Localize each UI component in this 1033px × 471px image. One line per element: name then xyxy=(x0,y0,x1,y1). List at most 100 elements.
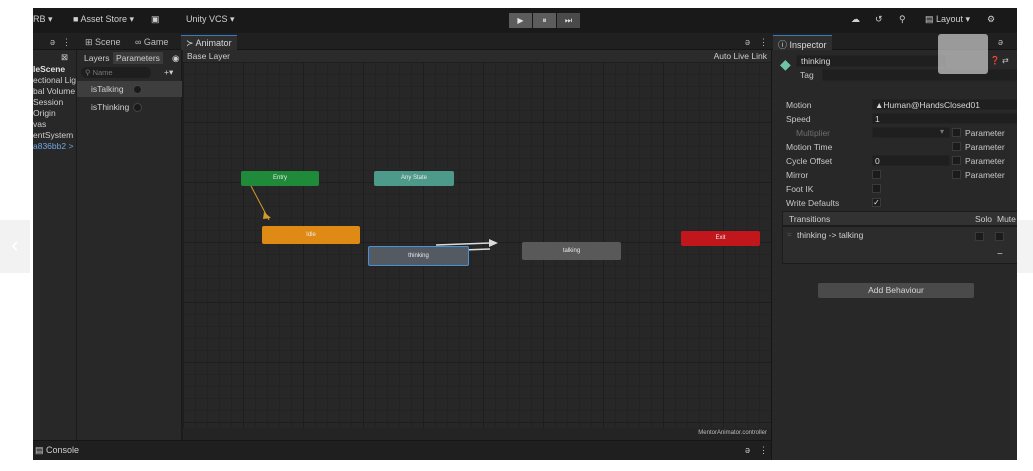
auto-live-link-button[interactable]: Auto Live Link xyxy=(714,51,767,61)
arrow-right-icon xyxy=(489,239,498,247)
hierarchy-options-icon[interactable]: ⊠ xyxy=(61,52,68,63)
transition-label: thinking -> talking xyxy=(797,230,864,240)
hierarchy-panel: ⊠ leScene ectional Ligh bal Volume Sessi… xyxy=(33,50,76,440)
layout-menu[interactable]: ▤ Layout ▾ xyxy=(925,14,970,25)
layers-tab[interactable]: Layers xyxy=(81,52,113,64)
hierarchy-item[interactable]: leScene xyxy=(33,64,65,74)
cycle-offset-value: 0 xyxy=(875,156,880,166)
multiplier-field[interactable] xyxy=(872,127,950,138)
mute-header: Mute xyxy=(997,214,1016,224)
preset-icon[interactable]: ⇄ xyxy=(1002,56,1009,65)
state-icon: ◆ xyxy=(780,56,791,72)
motion-field[interactable]: ▲Human@HandsClosed01 xyxy=(872,99,1017,110)
tab-animator[interactable]: ≻ Animator xyxy=(181,35,237,50)
param-search-input[interactable]: ⚲ Name xyxy=(81,67,151,78)
fullscreen-overlay-button[interactable] xyxy=(938,34,988,74)
state-entry[interactable]: Entry xyxy=(241,171,319,186)
pause-button[interactable]: ⏸ xyxy=(533,13,556,28)
tab-inspector[interactable]: ⓘ Inspector xyxy=(773,35,832,50)
console-panel: ▤ Console ə ⋮ xyxy=(33,440,771,460)
animator-lock-icon[interactable]: ə xyxy=(740,35,755,50)
hierarchy-item[interactable]: entSystem xyxy=(33,130,73,140)
eye-icon[interactable]: ◉ xyxy=(169,52,182,64)
main-toolbar: RB ▾ ■ Asset Store ▾ ▣ Unity VCS ▾ ▶ ⏸ ⏭… xyxy=(33,8,1017,33)
param-row[interactable]: isTalking xyxy=(77,81,182,97)
transitions-header: Transitions Solo Mute xyxy=(782,211,1017,226)
step-button[interactable]: ⏭ xyxy=(557,13,580,28)
state-talking[interactable]: talking xyxy=(522,242,621,260)
search-icon: ⚲ xyxy=(85,68,93,77)
speed-label: Speed xyxy=(786,114,811,124)
state-idle[interactable]: Idle xyxy=(262,226,360,244)
dropdown-icon[interactable]: ▾ xyxy=(940,127,944,136)
collab-icon[interactable]: ▣ xyxy=(151,14,160,25)
motion-time-parameter-checkbox[interactable] xyxy=(952,142,961,151)
parameters-tab[interactable]: Parameters xyxy=(113,52,163,64)
console-menu-icon[interactable]: ⋮ xyxy=(759,445,768,456)
state-thinking[interactable]: thinking xyxy=(368,246,469,266)
write-defaults-checkbox[interactable]: ✓ xyxy=(872,198,881,207)
state-exit[interactable]: Exit xyxy=(681,231,760,246)
state-name-value: thinking xyxy=(801,56,831,66)
cycle-offset-field[interactable]: 0 xyxy=(872,155,950,166)
hierarchy-item[interactable]: a836bb2 > xyxy=(33,141,73,151)
history-icon[interactable]: ↺ xyxy=(875,14,883,25)
cycle-offset-parameter-checkbox[interactable] xyxy=(952,156,961,165)
scene-icon: ⊞ xyxy=(85,37,96,47)
param-row[interactable]: isThinking xyxy=(77,99,182,115)
console-tab[interactable]: ▤ Console xyxy=(35,445,79,456)
screenshot-frame: RB ▾ ■ Asset Store ▾ ▣ Unity VCS ▾ ▶ ⏸ ⏭… xyxy=(0,0,1033,471)
motion-time-parameter-label: Parameter xyxy=(965,142,1005,152)
asset-store-label: Asset Store ▾ xyxy=(80,14,134,24)
layout-icon: ▤ xyxy=(925,14,937,24)
console-icon: ▤ xyxy=(35,445,47,455)
thinking-to-talking-transition[interactable] xyxy=(435,242,491,246)
drag-handle-icon[interactable]: = xyxy=(787,230,792,239)
multiplier-parameter-checkbox[interactable] xyxy=(952,128,961,137)
account-menu[interactable]: RB ▾ xyxy=(33,14,53,25)
solo-header: Solo xyxy=(975,214,993,224)
hierarchy-item[interactable]: Session xyxy=(33,97,63,107)
breadcrumb[interactable]: Base Layer xyxy=(187,51,230,61)
asset-store-menu[interactable]: ■ Asset Store ▾ xyxy=(73,14,134,25)
previous-arrow-icon[interactable]: ‹ xyxy=(0,220,30,273)
hierarchy-menu-icon[interactable]: ⋮ xyxy=(57,35,76,50)
animator-graph[interactable]: Entry Any State Idle thinking talking Ex… xyxy=(183,62,771,428)
graph-footer: MentorAnimator.controller xyxy=(183,428,771,440)
next-arrow-icon[interactable] xyxy=(1017,220,1033,273)
foot-ik-checkbox[interactable] xyxy=(872,184,881,193)
param-trigger-toggle[interactable] xyxy=(133,103,142,112)
play-button[interactable]: ▶ xyxy=(509,13,532,28)
state-any-state[interactable]: Any State xyxy=(374,171,454,186)
settings-icon[interactable]: ⚙ xyxy=(987,14,995,25)
inspector-lock-icon[interactable]: ə xyxy=(993,35,1008,50)
speed-field[interactable]: 1 xyxy=(872,113,1017,124)
hierarchy-item[interactable]: ectional Ligh xyxy=(33,75,76,85)
mirror-parameter-checkbox[interactable] xyxy=(952,170,961,179)
multiplier-label: Multiplier xyxy=(796,128,831,138)
tab-scene[interactable]: ⊞ Scene xyxy=(80,35,126,50)
mirror-parameter-label: Parameter xyxy=(965,170,1005,180)
state-name-field[interactable]: thinking xyxy=(796,55,946,67)
hierarchy-item[interactable]: bal Volume xyxy=(33,86,75,96)
transitions-title: Transitions xyxy=(789,214,831,224)
animator-icon: ≻ xyxy=(186,38,196,48)
transition-mute-checkbox[interactable] xyxy=(995,232,1004,241)
transition-solo-checkbox[interactable] xyxy=(975,232,984,241)
transition-row[interactable]: = thinking -> talking xyxy=(783,229,1017,243)
hierarchy-item[interactable]: Origin xyxy=(33,108,56,118)
tab-game[interactable]: ∞ Game xyxy=(130,35,173,50)
add-parameter-button[interactable]: +▾ xyxy=(161,66,176,78)
help-icon[interactable]: ❓ xyxy=(990,56,1000,65)
mirror-checkbox[interactable] xyxy=(872,170,881,179)
remove-transition-button[interactable]: − xyxy=(997,249,1003,260)
hierarchy-item[interactable]: vas xyxy=(33,119,46,129)
cloud-icon[interactable]: ☁ xyxy=(851,14,860,25)
vcs-menu[interactable]: Unity VCS ▾ xyxy=(186,14,235,25)
entry-arrow-icon xyxy=(263,212,271,219)
console-lock-icon[interactable]: ə xyxy=(745,445,750,455)
search-icon[interactable]: ⚲ xyxy=(899,14,906,25)
param-name: isThinking xyxy=(91,102,130,112)
add-behaviour-button[interactable]: Add Behaviour xyxy=(818,283,974,298)
param-trigger-toggle[interactable] xyxy=(133,85,142,94)
